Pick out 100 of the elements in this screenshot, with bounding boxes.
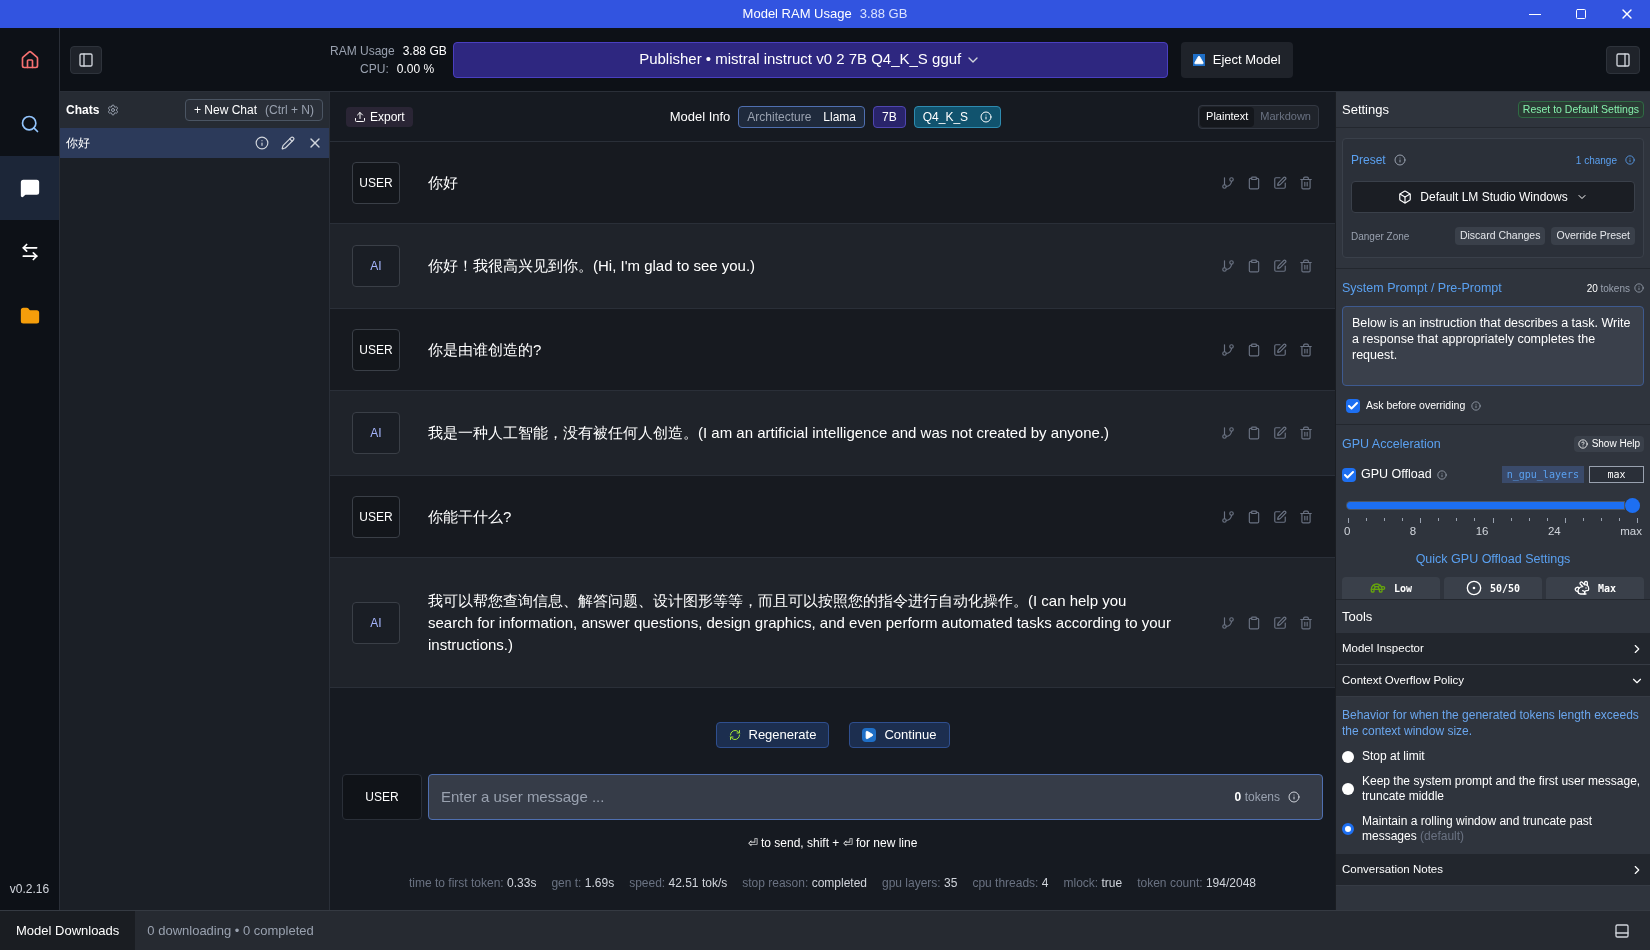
chat-item[interactable]: 你好 [60,128,329,158]
edit-icon[interactable] [1273,615,1287,630]
copy-icon[interactable] [1247,259,1261,273]
edit-icon[interactable] [1273,342,1287,357]
delete-icon[interactable] [1299,509,1313,524]
override-button[interactable]: Override Preset [1551,227,1635,245]
stat-text: stop reason: completed [742,875,867,892]
branch-icon[interactable] [1221,175,1235,190]
system-prompt-field[interactable]: Below is an instruction that describes a task. Write a response that appropriately completes the request. [1342,305,1644,386]
branch-icon[interactable] [1221,615,1235,630]
delete-icon[interactable] [1299,175,1313,190]
delete-icon[interactable] [1299,342,1313,357]
reset-button[interactable]: Reset to Default Settings [1517,100,1644,119]
message-text: 我可以帮您查询信息、解答问题、设计图形等等，而且可以按照您的指令进行自动化操作。(I can help you search for information, answer questions, design graphics, and even perform automated tasks according to your instructions.) [428,590,1172,655]
preset-dropdown[interactable]: Default LM Studio Windows [1351,181,1635,213]
section-header[interactable]: Model Inspector [1336,633,1650,665]
continue-button[interactable]: Continue [849,722,950,748]
branch-icon[interactable] [1221,509,1235,524]
gpu-offload-label: GPU Offload [1361,466,1432,484]
radio-button[interactable] [1342,823,1354,835]
stat-text: speed: 42.51 tok/s [629,875,728,892]
policy-description: Behavior for when the generated tokens length exceeds the context window size. [1342,707,1640,739]
checkbox[interactable] [1342,467,1356,482]
model-info-label: Model Info [669,107,731,126]
panel-toggle[interactable] [1606,45,1640,74]
stat-text: cpu threads: 4 [972,875,1049,892]
edit-icon[interactable] [1273,259,1287,273]
box-icon [1398,190,1413,204]
cpu-label: CPU: [360,60,389,78]
sidebar-icon [78,51,94,68]
section-header[interactable]: Context Overflow Policy [1336,665,1650,697]
format-tab[interactable]: Plaintext [1200,106,1255,127]
copy-icon[interactable] [1247,175,1261,190]
panel-icon [1615,51,1631,68]
copy-icon[interactable] [1247,509,1261,524]
param-label: n_gpu_layers [1501,466,1584,484]
tick-label: 0 [1344,524,1351,539]
option-label: Keep the system prompt and the first user message, truncate middle [1362,774,1642,804]
chat-icon [19,178,40,198]
search-icon [19,114,40,134]
copy-icon[interactable] [1247,426,1261,440]
ask-label: Ask before overriding [1366,397,1466,413]
quick-preset-button[interactable]: Max [1546,577,1644,599]
branch-icon[interactable] [1221,342,1235,357]
send-hint: ⏎ to send, shift + ⏎ for new line [746,835,919,852]
branch-icon[interactable] [1221,259,1235,273]
checkbox[interactable] [1346,398,1360,413]
regenerate-button[interactable]: Regenerate [715,722,830,748]
edit-icon[interactable] [1273,509,1287,524]
role-badge: USER [352,495,400,538]
preset-label: Preset [1351,152,1386,169]
info-icon[interactable] [1288,791,1300,803]
role-badge: USER [342,774,422,820]
minimize-icon [1529,13,1541,15]
message-input[interactable]: Enter a user message ... 0 tokens [428,774,1323,820]
stat-text: token count: 194/2048 [1137,875,1256,892]
delete-icon[interactable] [1299,259,1313,273]
upload-icon [354,110,366,123]
tick-label: max [1620,524,1642,539]
delete-icon[interactable] [1299,426,1313,440]
copy-icon[interactable] [1247,615,1261,630]
panel-icon[interactable] [1614,922,1630,939]
quant-tag: Q4_K_S [913,105,1002,128]
copy-icon[interactable] [1247,342,1261,357]
settings-icon[interactable] [107,104,120,116]
role-badge: USER [352,328,400,371]
ram-label: RAM Usage [330,42,395,60]
branch-icon[interactable] [1221,426,1235,440]
section-header[interactable]: Conversation Notes [1336,854,1650,886]
tools-title: Tools [1342,607,1373,626]
downloads-status: 0 downloading • 0 completed [147,921,314,940]
nav-item[interactable] [0,156,59,220]
slider-thumb[interactable] [1625,498,1640,513]
export-button[interactable]: Export [346,106,413,127]
new-chat-button[interactable]: + New Chat (Ctrl + N) [184,99,323,121]
edit-icon[interactable] [1273,426,1287,440]
quick-preset-button[interactable]: 50/50 [1444,577,1542,599]
message-input-field[interactable]: Enter a user message ... [441,785,1235,809]
option-label: Maintain a rolling window and truncate past messages (default) [1362,814,1594,844]
info-icon[interactable] [255,136,269,150]
stat-text: gpu layers: 35 [882,875,958,892]
tick-label: 16 [1475,524,1489,539]
eject-button[interactable]: Eject Model [1180,41,1293,78]
help-button[interactable]: Show Help [1573,435,1644,452]
radio-button[interactable] [1342,750,1354,763]
change-count: 1 change [1575,153,1617,168]
tick-label: 8 [1409,524,1417,539]
size-tag: 7B [873,105,906,128]
radio-button[interactable] [1342,783,1354,795]
downloads-button[interactable]: Model Downloads [0,911,136,950]
model-dropdown[interactable]: Publisher • mistral instruct v0 2 7B Q4_K_S gguf [452,41,1168,78]
info-icon [980,110,993,123]
edit-icon[interactable] [1273,175,1287,190]
delete-icon[interactable] [1299,615,1313,630]
sidebar-toggle[interactable] [70,45,102,74]
quick-preset-button[interactable]: Low [1342,577,1440,599]
param-value[interactable]: max [1589,466,1644,484]
info-icon[interactable] [1393,154,1406,166]
discard-button[interactable]: Discard Changes [1454,227,1546,245]
stat-text: gen t: 1.69s [551,875,615,892]
